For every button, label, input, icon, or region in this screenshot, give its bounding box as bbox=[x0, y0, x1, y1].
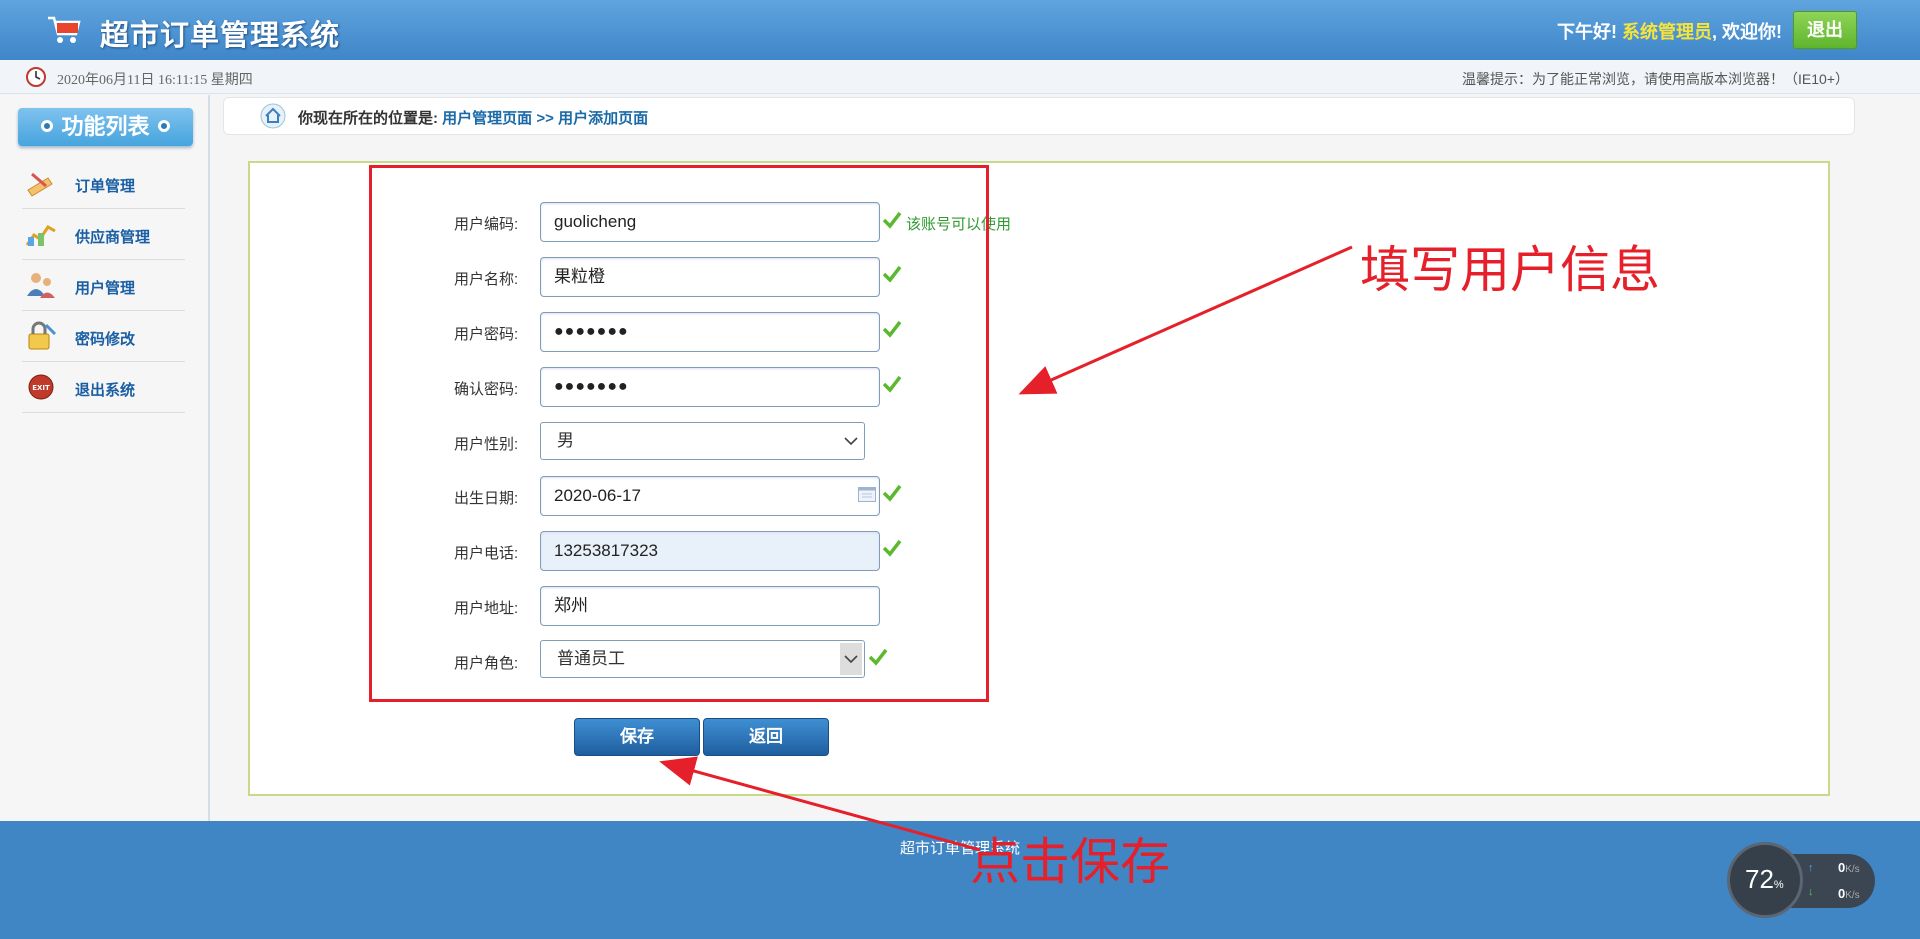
lock-icon bbox=[28, 321, 57, 350]
back-button[interactable]: 返回 bbox=[703, 718, 829, 756]
sidebar-item-label: 用户管理 bbox=[75, 280, 136, 297]
user-name: 系统管理员 bbox=[1622, 22, 1712, 42]
bullet-icon bbox=[41, 120, 54, 133]
supplier-icon bbox=[25, 225, 56, 246]
sidebar-item-suppliers[interactable]: 供应商管理 bbox=[22, 209, 185, 260]
breadcrumb-user-manage[interactable]: 用户管理页面 bbox=[442, 110, 532, 127]
network-speed-widget[interactable]: 72% ↑ ↓ 0K/s 0K/s bbox=[1727, 842, 1879, 918]
sidebar-item-exit[interactable]: EXIT 退出系统 bbox=[22, 362, 185, 413]
exit-icon: EXIT bbox=[28, 374, 54, 400]
upload-arrow-icon: ↑ bbox=[1808, 862, 1814, 874]
sidebar-item-orders[interactable]: 订单管理 bbox=[22, 158, 185, 209]
browser-tip: 温馨提示：为了能正常浏览，请使用高版本浏览器！（IE10+） bbox=[1462, 71, 1849, 87]
breadcrumb-prefix: 你现在所在的位置是: bbox=[298, 110, 438, 127]
breadcrumb-separator: >> bbox=[536, 110, 554, 127]
greeting-suffix: , 欢迎你! bbox=[1712, 22, 1782, 42]
users-icon bbox=[27, 273, 55, 298]
download-rate: 0K/s bbox=[1838, 886, 1860, 901]
sidebar-title-label: 功能列表 bbox=[61, 114, 150, 139]
sidebar-title: 功能列表 bbox=[18, 108, 193, 146]
logout-button[interactable]: 退出 bbox=[1793, 11, 1857, 49]
breadcrumb-text: 你现在所在的位置是: 用户管理页面 >> 用户添加页面 bbox=[298, 107, 648, 128]
sidebar-item-users[interactable]: 用户管理 bbox=[22, 260, 185, 311]
app-title: 超市订单管理系统 bbox=[100, 20, 341, 52]
sidebar-item-label: 供应商管理 bbox=[75, 229, 151, 246]
annotation-highlight-box bbox=[369, 165, 989, 702]
memory-percent: 72% bbox=[1745, 864, 1784, 894]
annotation-click-save: 点击保存 bbox=[970, 834, 1170, 890]
user-greeting: 下午好! 系统管理员, 欢迎你! bbox=[1557, 18, 1782, 44]
svg-text:EXIT: EXIT bbox=[32, 384, 50, 392]
sidebar-item-label: 密码修改 bbox=[75, 331, 136, 348]
clock-icon bbox=[26, 67, 46, 87]
save-button[interactable]: 保存 bbox=[574, 718, 700, 756]
home-icon bbox=[260, 103, 286, 129]
annotation-fill-info: 填写用户信息 bbox=[1360, 242, 1660, 298]
sidebar-item-password[interactable]: 密码修改 bbox=[22, 311, 185, 362]
sidebar-item-label: 退出系统 bbox=[75, 382, 136, 399]
shopping-cart-icon bbox=[48, 16, 81, 43]
breadcrumb-user-add: 用户添加页面 bbox=[558, 110, 649, 127]
upload-rate: 0K/s bbox=[1838, 860, 1860, 875]
greeting-prefix: 下午好! bbox=[1556, 22, 1617, 42]
bullet-icon bbox=[157, 120, 170, 133]
order-icon bbox=[27, 172, 53, 197]
download-arrow-icon: ↓ bbox=[1808, 886, 1814, 898]
current-datetime: 2020年06月11日 16:11:15 星期四 bbox=[57, 73, 253, 88]
sidebar-item-label: 订单管理 bbox=[75, 178, 136, 195]
